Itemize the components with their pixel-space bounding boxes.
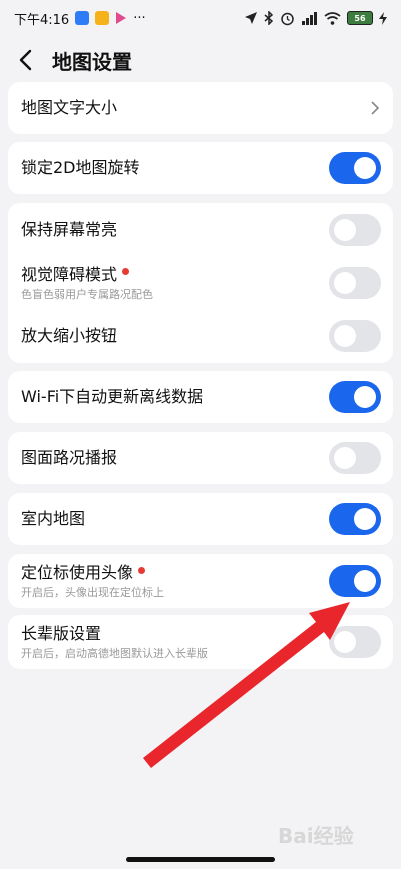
traffic-broadcast-toggle[interactable]	[329, 442, 381, 474]
setting-label: 室内地图	[21, 509, 86, 528]
chevron-right-icon	[371, 101, 380, 115]
card-display: 保持屏幕常亮 视觉障碍模式 色盲色弱用户专属路况配色 放大缩小按钮	[8, 203, 393, 363]
setting-elder-mode: 长辈版设置 开启后，启动高德地图默认进入长辈版	[8, 615, 393, 669]
toggle-knob	[334, 325, 356, 347]
card-font-size: 地图文字大小	[8, 82, 393, 134]
toggle-knob	[354, 570, 376, 592]
toggle-knob	[354, 157, 376, 179]
new-badge-dot	[122, 268, 130, 275]
visual-mode-toggle[interactable]	[329, 266, 381, 299]
avatar-marker-toggle[interactable]	[329, 565, 381, 597]
setting-subtitle: 色盲色弱用户专属路况配色	[21, 287, 153, 301]
indoor-map-toggle[interactable]	[329, 503, 381, 535]
charging-icon	[379, 11, 387, 25]
setting-font-size[interactable]: 地图文字大小	[8, 82, 393, 134]
toggle-knob	[354, 386, 376, 408]
setting-label: 图面路况播报	[21, 448, 118, 467]
setting-label: 放大缩小按钮	[21, 326, 118, 345]
setting-subtitle: 开启后，头像出现在定位标上	[21, 586, 164, 599]
setting-label: Wi-Fi下自动更新离线数据	[21, 387, 204, 406]
toggle-knob	[334, 271, 356, 294]
screen-on-toggle[interactable]	[329, 213, 381, 246]
setting-label-wrap: 视觉障碍模式	[21, 265, 153, 285]
toggle-knob	[334, 447, 356, 469]
setting-avatar-marker: 定位标使用头像 开启后，头像出现在定位标上	[8, 554, 393, 608]
message-app-icon	[75, 11, 90, 25]
video-app-icon	[116, 12, 127, 24]
location-icon	[245, 12, 257, 24]
setting-lock-2d: 锁定2D地图旋转	[8, 142, 393, 194]
page-header: 地图设置	[0, 38, 401, 82]
back-button[interactable]	[0, 38, 50, 82]
zoom-buttons-toggle[interactable]	[329, 320, 381, 352]
card-elder: 长辈版设置 开启后，启动高德地图默认进入长辈版	[8, 615, 393, 669]
toggle-knob	[334, 218, 356, 241]
setting-screen-on: 保持屏幕常亮	[8, 203, 393, 256]
notes-app-icon	[95, 11, 110, 25]
setting-label: 视觉障碍模式	[21, 264, 118, 284]
setting-wifi-update: Wi-Fi下自动更新离线数据	[8, 371, 393, 423]
alarm-icon	[281, 12, 294, 25]
card-avatar: 定位标使用头像 开启后，头像出现在定位标上	[8, 554, 393, 608]
bluetooth-icon	[264, 11, 274, 25]
card-indoor: 室内地图	[8, 493, 393, 545]
page-title: 地图设置	[52, 49, 132, 74]
status-bar: 下午4:16 ··· 56	[0, 0, 401, 36]
signal-icon	[302, 11, 317, 25]
battery-icon: 56	[347, 11, 373, 25]
card-wifi: Wi-Fi下自动更新离线数据	[8, 371, 393, 423]
setting-label-wrap: 定位标使用头像	[21, 563, 164, 583]
setting-subtitle: 开启后，启动高德地图默认进入长辈版	[21, 647, 208, 660]
home-indicator[interactable]	[126, 857, 275, 862]
setting-traffic-broadcast: 图面路况播报	[8, 432, 393, 484]
more-notifications-icon: ···	[133, 10, 146, 26]
setting-label: 定位标使用头像	[21, 563, 134, 582]
setting-zoom-buttons: 放大缩小按钮	[8, 309, 393, 363]
setting-indoor-map: 室内地图	[8, 493, 393, 545]
elder-mode-toggle[interactable]	[329, 626, 381, 658]
back-arrow-icon	[19, 49, 32, 71]
toggle-knob	[334, 631, 356, 653]
new-badge-dot	[138, 566, 146, 574]
wifi-update-toggle[interactable]	[329, 381, 381, 413]
setting-label: 保持屏幕常亮	[21, 219, 118, 239]
setting-label: 锁定2D地图旋转	[21, 158, 140, 177]
card-traffic: 图面路况播报	[8, 432, 393, 484]
lock-2d-toggle[interactable]	[329, 152, 381, 184]
card-lock-2d: 锁定2D地图旋转	[8, 142, 393, 194]
setting-visual-mode: 视觉障碍模式 色盲色弱用户专属路况配色	[8, 256, 393, 309]
wifi-icon	[324, 11, 341, 25]
status-time: 下午4:16	[14, 12, 70, 28]
setting-label: 长辈版设置	[21, 624, 102, 643]
toggle-knob	[354, 508, 376, 530]
setting-label: 地图文字大小	[21, 98, 118, 117]
watermark-logo: Bai经验	[278, 824, 354, 848]
